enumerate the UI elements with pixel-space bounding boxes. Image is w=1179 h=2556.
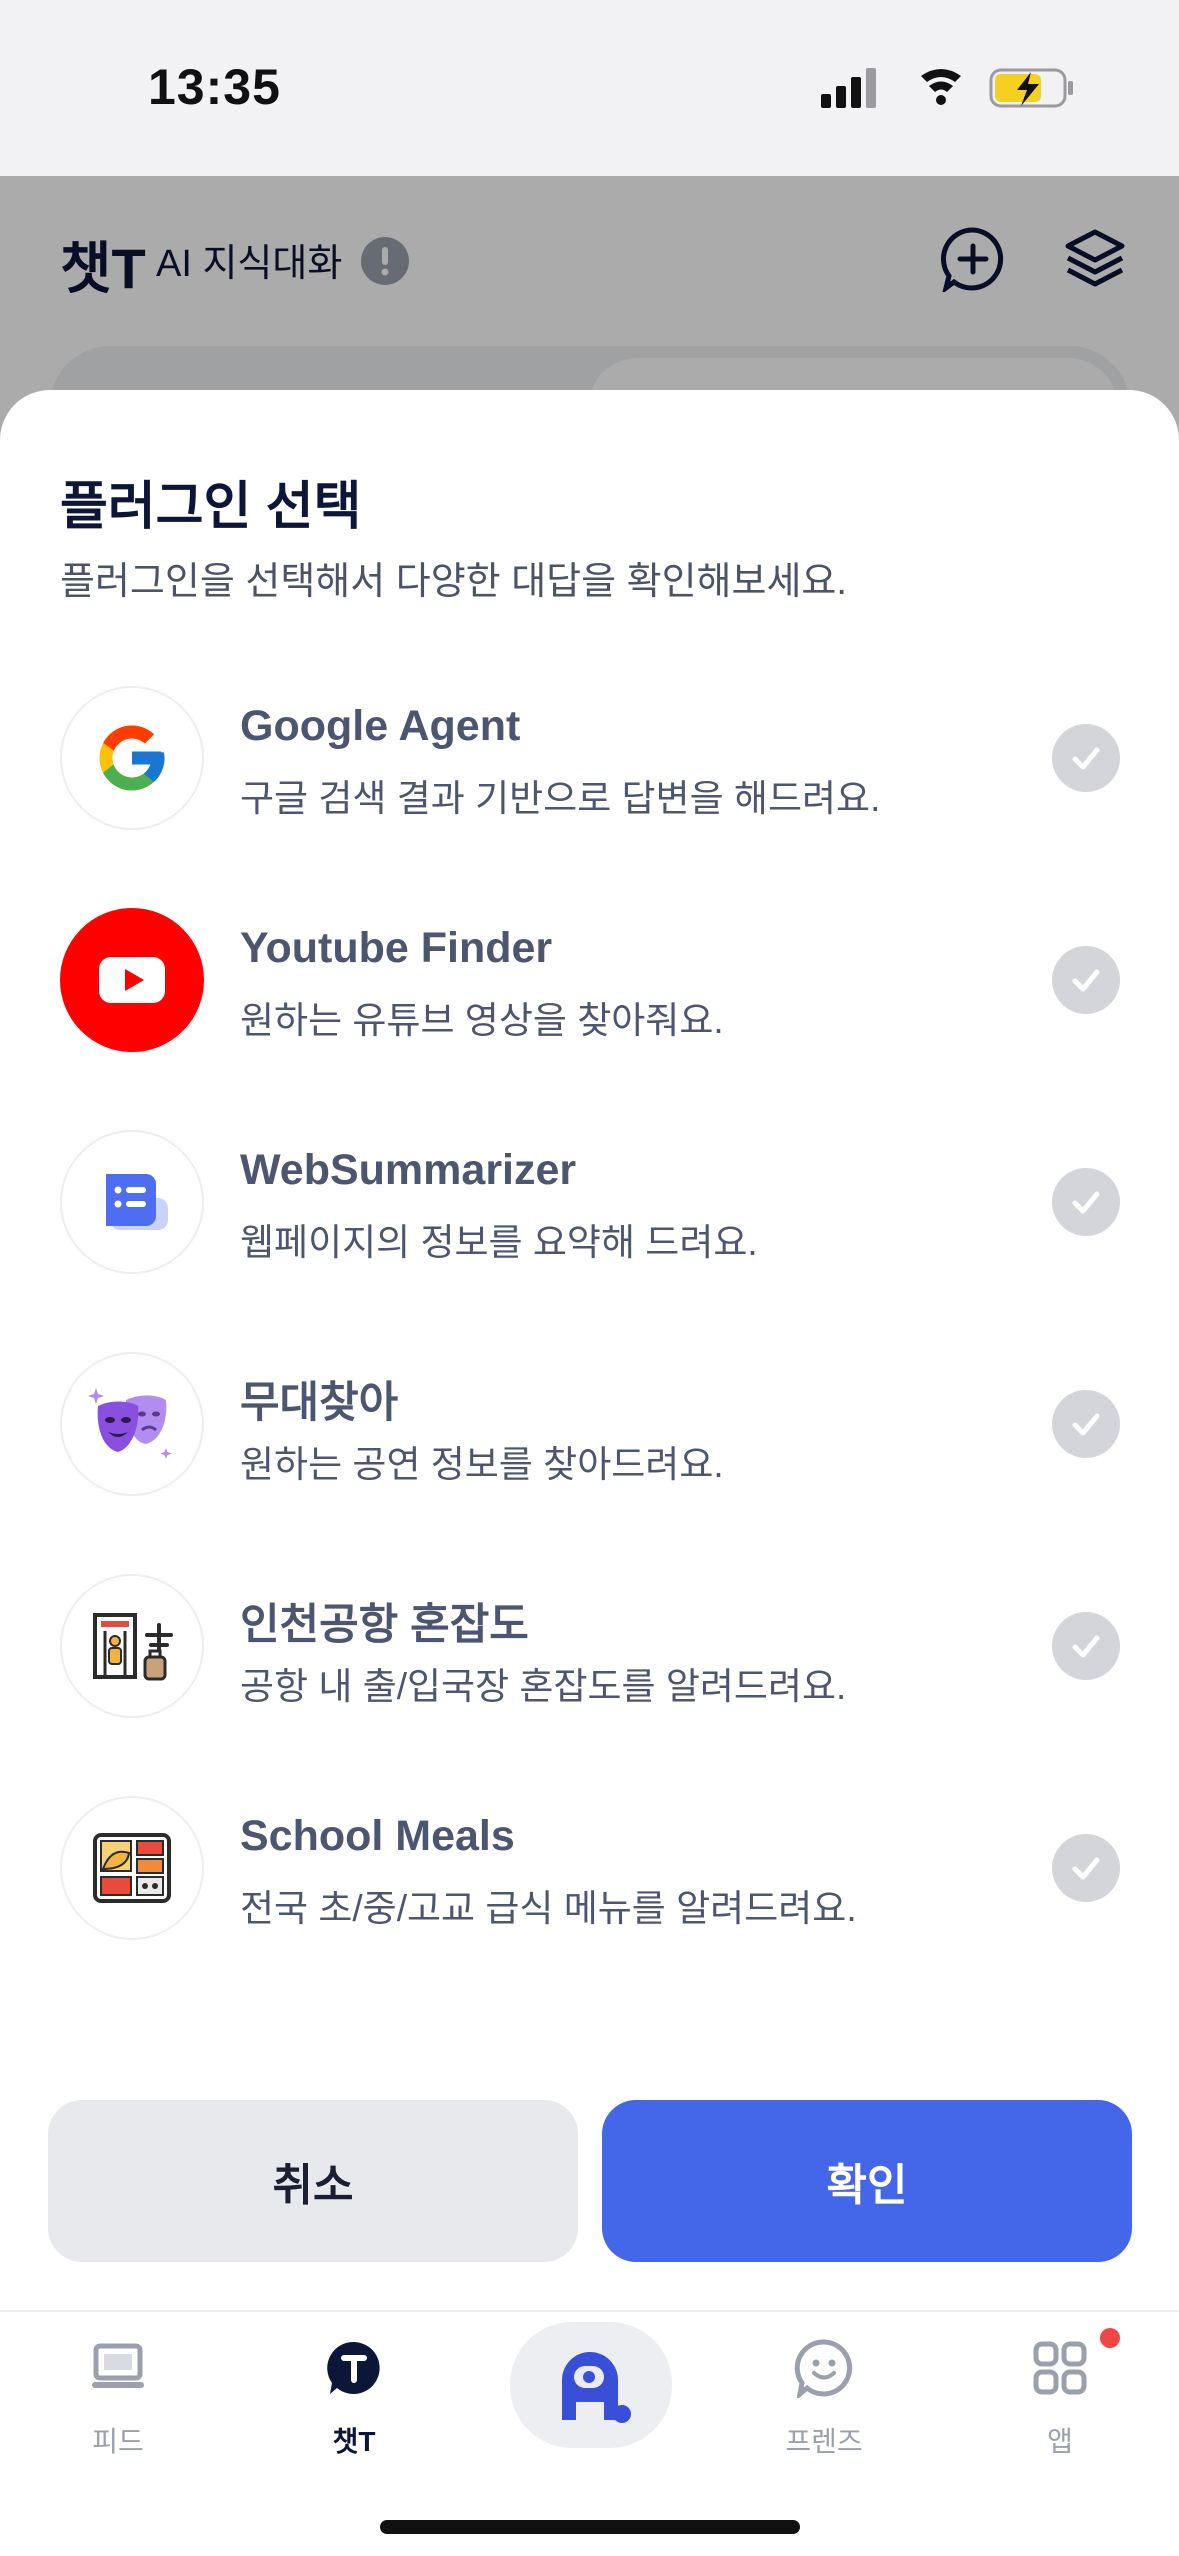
tab-feed[interactable]: 피드 xyxy=(48,2330,188,2460)
tab-label: 앱 xyxy=(1047,2426,1073,2457)
tab-label: 프렌즈 xyxy=(785,2426,863,2457)
airport-gate-icon xyxy=(60,1574,204,1718)
plugin-item-websummarizer[interactable]: WebSummarizer 웹페이지의 정보를 요약해 드려요. xyxy=(60,1130,1120,1280)
plugin-item-google-agent[interactable]: Google Agent 구글 검색 결과 기반으로 답변을 해드려요. xyxy=(60,686,1120,836)
google-logo xyxy=(60,686,204,830)
check-icon[interactable] xyxy=(1052,1390,1120,1458)
sheet-subtitle: 플러그인을 선택해서 다양한 대답을 확인해보세요. xyxy=(60,561,847,603)
notification-badge xyxy=(1100,2328,1120,2348)
check-icon[interactable] xyxy=(1052,1168,1120,1236)
plugin-description: 구글 검색 결과 기반으로 답변을 해드려요. xyxy=(240,778,881,819)
tab-friends[interactable]: 프렌즈 xyxy=(754,2330,894,2460)
sheet-title: 플러그인 선택 xyxy=(60,478,362,536)
check-icon[interactable] xyxy=(1052,724,1120,792)
cellular-signal-icon xyxy=(821,68,876,108)
tab-label: 피드 xyxy=(92,2426,144,2457)
plugin-name: Youtube Finder xyxy=(240,924,553,972)
status-bar: 13:35 xyxy=(0,0,1179,176)
check-icon[interactable] xyxy=(1052,946,1120,1014)
plugin-item-stage-finder[interactable]: 무대찾아 원하는 공연 정보를 찾아드려요. xyxy=(60,1352,1120,1502)
plugin-description: 전국 초/중/고교 급식 메뉴를 알려드려요. xyxy=(240,1888,857,1929)
a-dot-logo xyxy=(562,2352,631,2423)
chat-t-icon xyxy=(327,2341,380,2394)
plugin-description: 공항 내 출/입국장 혼잡도를 알려드려요. xyxy=(240,1666,847,1707)
battery-charging-icon xyxy=(989,68,1073,108)
theater-masks-icon xyxy=(60,1352,204,1496)
wifi-icon xyxy=(921,69,961,105)
home-indicator[interactable] xyxy=(380,2520,800,2534)
check-icon[interactable] xyxy=(1052,1612,1120,1680)
status-time: 13:35 xyxy=(148,59,281,115)
plugin-name: Google Agent xyxy=(240,702,521,750)
plugin-description: 웹페이지의 정보를 요약해 드려요. xyxy=(240,1222,758,1263)
plugin-item-school-meals[interactable]: School Meals 전국 초/중/고교 급식 메뉴를 알려드려요. xyxy=(60,1796,1120,1946)
apps-grid-icon xyxy=(1033,2341,1087,2395)
youtube-logo xyxy=(60,908,204,1052)
plugin-name: WebSummarizer xyxy=(240,1146,577,1194)
plugin-name: 인천공항 혼잡도 xyxy=(240,1601,529,1649)
meal-tray-icon xyxy=(60,1796,204,1940)
confirm-button[interactable]: 확인 xyxy=(602,2100,1132,2262)
tab-chat-t[interactable]: 챗T xyxy=(284,2330,424,2460)
smile-bubble-icon xyxy=(794,2339,853,2398)
screen: 13:35 챗T AI 지식대화 플러그인 선택 플러그인을 선택해서 다양한 … xyxy=(0,0,1179,2556)
check-icon[interactable] xyxy=(1052,1834,1120,1902)
plugin-name: 무대찾아 xyxy=(240,1379,399,1427)
cancel-button[interactable]: 취소 xyxy=(48,2100,578,2262)
tab-label: 챗T xyxy=(332,2426,376,2457)
plugin-name: School Meals xyxy=(240,1812,515,1860)
status-icons xyxy=(821,68,1073,108)
plugin-item-incheon-airport[interactable]: 인천공항 혼잡도 공항 내 출/입국장 혼잡도를 알려드려요. xyxy=(60,1574,1120,1724)
tab-bar: 피드 챗T 프렌즈 앱 xyxy=(0,2310,1179,2556)
plugin-select-sheet: 플러그인 선택 플러그인을 선택해서 다양한 대답을 확인해보세요. Googl… xyxy=(0,390,1179,2310)
tab-apps[interactable]: 앱 xyxy=(990,2330,1130,2460)
laptop-icon xyxy=(92,2343,144,2388)
plugin-description: 원하는 유튜브 영상을 찾아줘요. xyxy=(240,1000,724,1041)
tab-assistant[interactable] xyxy=(510,2322,672,2448)
plugin-item-youtube-finder[interactable]: Youtube Finder 원하는 유튜브 영상을 찾아줘요. xyxy=(60,908,1120,1058)
plugin-description: 원하는 공연 정보를 찾아드려요. xyxy=(240,1444,724,1485)
document-list-icon xyxy=(60,1130,204,1274)
